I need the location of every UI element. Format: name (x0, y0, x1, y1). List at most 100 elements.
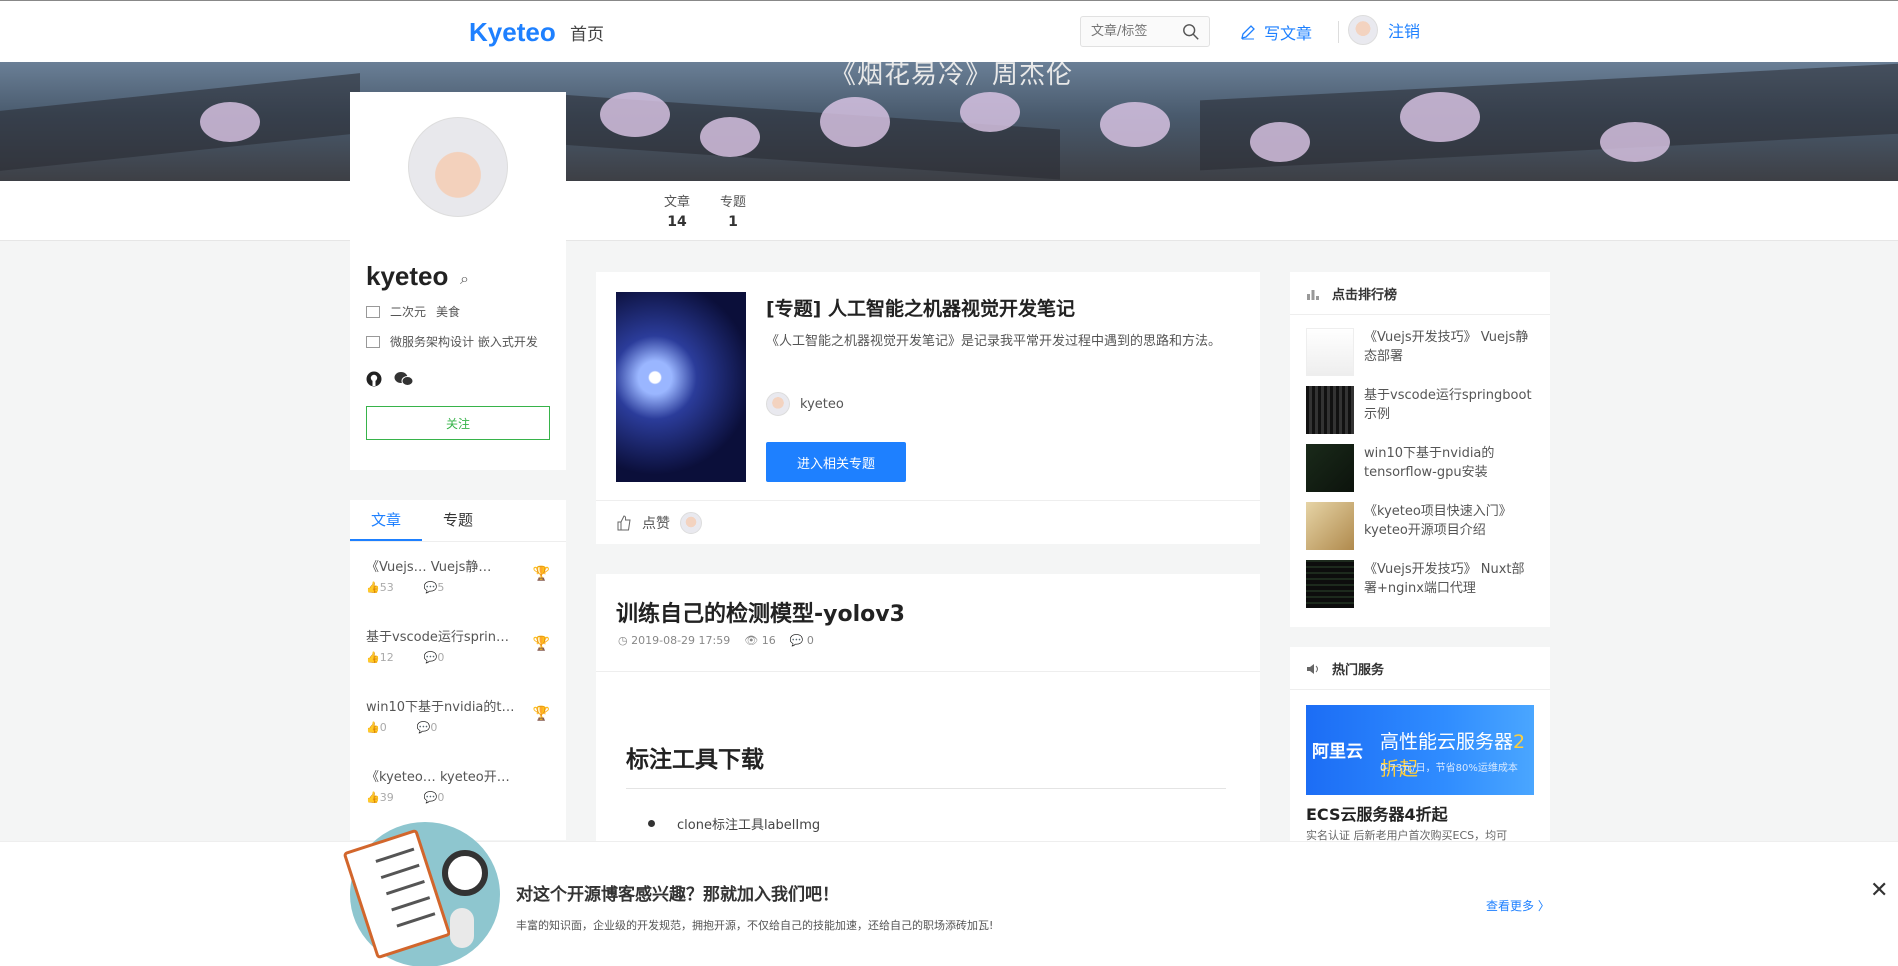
bar-chart-icon (1307, 289, 1319, 300)
nav-divider (1338, 21, 1339, 43)
pen-icon (1241, 25, 1255, 40)
article-heading: 标注工具下载 (626, 747, 764, 773)
article-date: ◷ 2019-08-29 17:59 (618, 634, 731, 647)
trophy-icon: 🏆 (532, 566, 550, 582)
ranking-thumb (1306, 444, 1354, 492)
ranking-thumb (1306, 328, 1354, 376)
list-item-title[interactable]: 《Vuejs… Vuejs静… (366, 556, 516, 575)
user-menu[interactable]: 注销 (1348, 15, 1420, 45)
ranking-item[interactable]: 《Vuejs开发技巧》 Vuejs静态部署 (1306, 328, 1536, 376)
nav-home-link[interactable]: 首页 (570, 20, 604, 45)
topic-author[interactable]: kyeteo (766, 392, 844, 416)
article-card: 训练自己的检测模型-yolov3 ◷ 2019-08-29 17:59 👁 16… (596, 574, 1260, 854)
ranking-title: 点击排行榜 (1332, 288, 1398, 303)
tab-topics[interactable]: 专题 (422, 500, 494, 541)
avatar[interactable] (680, 511, 702, 534)
briefcase-icon (366, 305, 380, 318)
list-item[interactable]: win10下基于nvidia的t… 👍0 💬0 🏆 (366, 696, 550, 734)
like-label[interactable]: 点赞 (642, 513, 670, 533)
close-icon[interactable]: ✕ (1870, 878, 1888, 903)
topic-card: [专题] 人工智能之机器视觉开发笔记 《人工智能之机器视觉开发笔记》是记录我平常… (596, 272, 1260, 544)
ranking-item[interactable]: 《kyeteo项目快速入门》 kyeteo开源项目介绍 (1306, 502, 1536, 550)
ranking-thumb (1306, 502, 1354, 550)
article-meta: ◷ 2019-08-29 17:59 👁 16 💬 0 (618, 634, 814, 647)
write-article-button[interactable]: 写文章 (1240, 20, 1312, 44)
divider (1290, 314, 1550, 315)
list-item[interactable]: 基于vscode运行sprin… 👍12 💬0 🏆 (366, 626, 550, 664)
like-count: 👍53 (366, 581, 394, 594)
ad-banner[interactable]: 阿里云 高性能云服务器2折起 0.73元/日，节省80%运维成本 (1306, 705, 1534, 795)
ad-title[interactable]: ECS云服务器4折起 (1306, 801, 1448, 825)
promo-subtitle: 丰富的知识面，企业级的开发规范，拥抱开源，不仅给自己的技能加速，还给自己的职场添… (516, 919, 994, 932)
wechat-icon[interactable] (394, 371, 414, 387)
site-logo[interactable]: Kyeteo (469, 17, 556, 48)
list-item-title[interactable]: 基于vscode运行sprin… (366, 626, 516, 645)
stat-topics[interactable]: 专题 1 (720, 191, 746, 230)
list-item[interactable]: 《kyeteo… kyeteo开… 👍39 💬0 (366, 766, 550, 804)
interest-tag: 美食 (436, 305, 461, 319)
speaker-icon (1307, 663, 1318, 674)
skill-tags: 微服务架构设计 嵌入式开发 (390, 335, 538, 349)
topic-cover-image[interactable] (616, 292, 746, 482)
github-icon[interactable] (366, 371, 382, 387)
divider (1290, 689, 1550, 690)
divider (626, 788, 1226, 789)
interest-tag: 二次元 (390, 305, 427, 319)
mouse-icon (450, 908, 474, 948)
ranking-item[interactable]: 基于vscode运行springboot示例 (1306, 386, 1536, 434)
see-more-link[interactable]: 查看更多 〉 (1486, 897, 1550, 914)
username: kyeteo (366, 261, 449, 291)
ranking-item[interactable]: 《Vuejs开发技巧》 Nuxt部署+nginx端口代理 (1306, 560, 1536, 608)
enter-topic-button[interactable]: 进入相关专题 (766, 442, 906, 482)
avatar[interactable] (1348, 15, 1378, 45)
search-user-icon[interactable]: ⌕ (460, 269, 469, 289)
ranking-item-title[interactable]: win10下基于nvidia的tensorflow-gpu安装 (1364, 444, 1536, 492)
ranking-item-title[interactable]: 《Vuejs开发技巧》 Vuejs静态部署 (1364, 328, 1536, 376)
article-views: 👁 16 (744, 634, 776, 647)
write-article-label: 写文章 (1264, 24, 1313, 43)
ranking-header: 点击排行榜 (1306, 284, 1397, 303)
trophy-icon: 🏆 (532, 636, 550, 652)
stat-label: 专题 (720, 195, 747, 210)
like-count: 👍12 (366, 651, 394, 664)
coffee-cup-icon (442, 850, 488, 896)
ranking-thumb (1306, 560, 1354, 608)
logout-link[interactable]: 注销 (1388, 18, 1420, 42)
follow-button[interactable]: 关注 (366, 406, 550, 440)
profile-bar (0, 181, 1898, 241)
id-card-icon (366, 335, 380, 348)
list-item-title[interactable]: 《kyeteo… kyeteo开… (366, 766, 516, 785)
ranking-item-title[interactable]: 《kyeteo项目快速入门》 kyeteo开源项目介绍 (1364, 502, 1536, 550)
list-item-title[interactable]: win10下基于nvidia的t… (366, 696, 516, 715)
article-title[interactable]: 训练自己的检测模型-yolov3 (616, 596, 905, 628)
stat-articles[interactable]: 文章 14 (664, 191, 690, 230)
list-tabs: 文章 专题 (350, 500, 566, 542)
skill-row: 微服务架构设计 嵌入式开发 (366, 333, 538, 350)
comment-count: 💬5 (423, 581, 445, 594)
article-comments: 💬 0 (789, 634, 814, 647)
ranking-thumb (1306, 386, 1354, 434)
search-input[interactable] (1081, 17, 1176, 46)
bullet-text: clone标注工具labelImg (677, 818, 821, 833)
trophy-icon: 🏆 (532, 706, 550, 722)
tab-articles[interactable]: 文章 (350, 500, 422, 541)
hot-service-header: 热门服务 (1306, 659, 1384, 678)
topic-title[interactable]: [专题] 人工智能之机器视觉开发笔记 (766, 294, 1075, 321)
stat-value: 1 (728, 214, 738, 230)
ranking-item-title[interactable]: 《Vuejs开发技巧》 Nuxt部署+nginx端口代理 (1364, 560, 1536, 608)
like-count: 👍0 (366, 721, 387, 734)
ranking-item-title[interactable]: 基于vscode运行springboot示例 (1364, 386, 1536, 434)
hot-service-title: 热门服务 (1332, 663, 1385, 678)
interest-row: 二次元 美食 (366, 303, 460, 320)
thumbs-up-icon[interactable] (616, 514, 632, 531)
topic-description: 《人工智能之机器视觉开发笔记》是记录我平常开发过程中遇到的思路和方法。 (766, 334, 1222, 349)
topic-like-bar: 点赞 (596, 500, 1260, 544)
clipboard-icon (342, 828, 452, 960)
search-box (1080, 16, 1210, 47)
comment-count: 💬0 (416, 721, 438, 734)
search-icon[interactable] (1182, 23, 1200, 41)
social-links (366, 371, 414, 387)
ad-subline: 0.73元/日，节省80%运维成本 (1380, 763, 1518, 774)
ranking-item[interactable]: win10下基于nvidia的tensorflow-gpu安装 (1306, 444, 1536, 492)
list-item[interactable]: 《Vuejs… Vuejs静… 👍53 💬5 🏆 (366, 556, 550, 594)
